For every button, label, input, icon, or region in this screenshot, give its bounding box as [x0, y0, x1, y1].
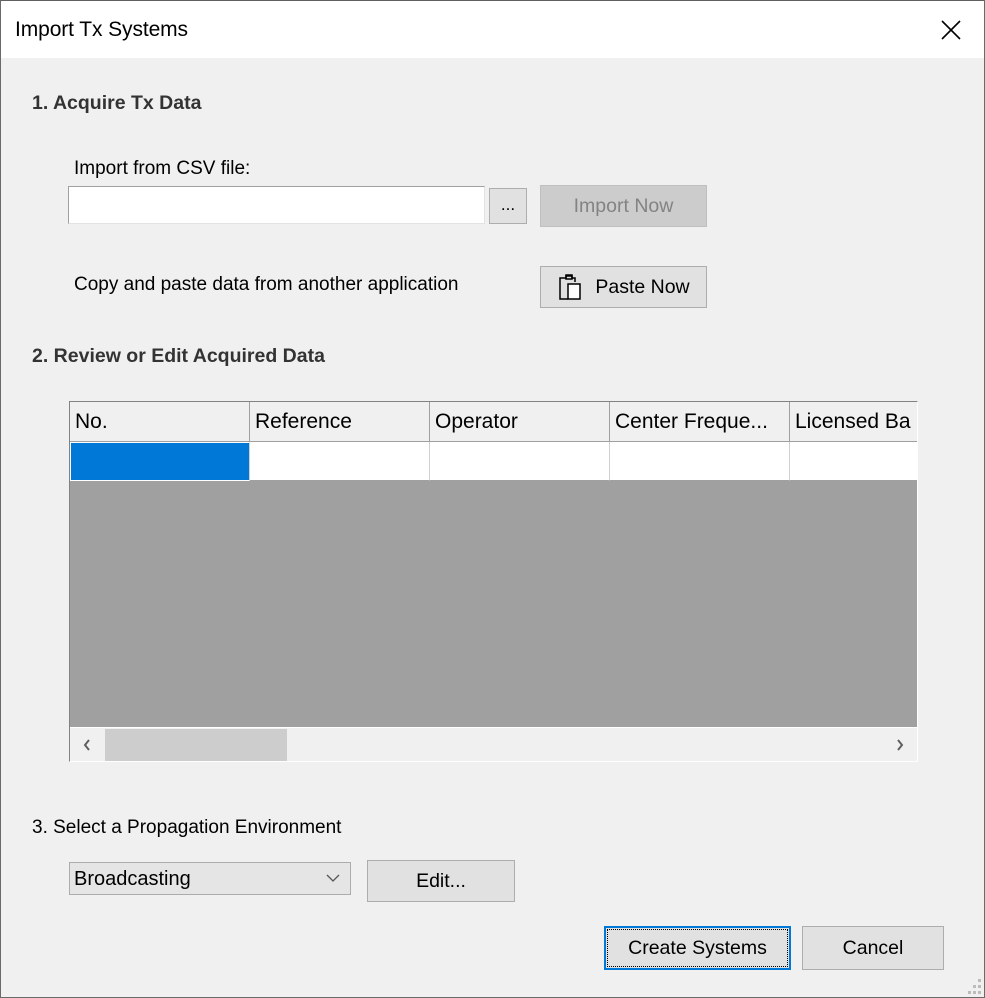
column-header-operator[interactable]: Operator — [430, 402, 610, 442]
close-button[interactable] — [918, 1, 984, 58]
browse-csv-button-label: ... — [500, 195, 516, 214]
column-header-label: Center Freque... — [615, 409, 768, 433]
create-systems-button[interactable]: Create Systems — [604, 926, 791, 970]
table-cell-operator[interactable] — [430, 442, 610, 481]
column-header-label: No. — [75, 409, 108, 433]
scroll-right-button[interactable] — [883, 728, 917, 761]
table-cell-reference[interactable] — [250, 442, 430, 481]
paste-instructions-label: Copy and paste data from another applica… — [74, 274, 459, 295]
column-header-label: Operator — [435, 409, 518, 433]
import-tx-systems-dialog: Import Tx Systems 1. Acquire Tx Data Imp… — [0, 0, 985, 998]
horizontal-scrollbar[interactable] — [70, 727, 917, 761]
section-acquire-heading: 1. Acquire Tx Data — [32, 92, 202, 114]
column-header-label: Licensed Ba — [795, 409, 911, 433]
chevron-right-icon — [897, 739, 904, 751]
paste-now-button[interactable]: Paste Now — [540, 266, 707, 308]
chevron-left-icon — [83, 739, 90, 751]
resize-grip-icon[interactable] — [966, 979, 982, 995]
scroll-left-button[interactable] — [70, 728, 104, 761]
window-title: Import Tx Systems — [15, 18, 188, 41]
csv-file-label: Import from CSV file: — [74, 158, 251, 179]
chevron-down-icon — [326, 874, 340, 882]
column-header-licensed-bandwidth[interactable]: Licensed Ba — [790, 402, 917, 442]
propagation-environment-select[interactable]: Broadcasting — [69, 862, 351, 895]
column-header-center-frequency[interactable]: Center Freque... — [610, 402, 790, 442]
cancel-button[interactable]: Cancel — [802, 926, 944, 970]
table-cell-no[interactable] — [70, 442, 250, 481]
edit-environment-button-label: Edit... — [416, 869, 466, 892]
table-cell-licensed-bandwidth[interactable] — [790, 442, 917, 481]
scrollbar-thumb[interactable] — [105, 729, 287, 761]
edit-environment-button[interactable]: Edit... — [367, 860, 515, 902]
import-now-button-label: Import Now — [573, 194, 674, 217]
table-row[interactable] — [70, 442, 917, 481]
column-header-reference[interactable]: Reference — [250, 402, 430, 442]
focus-ring — [607, 929, 788, 967]
grid-empty-area — [70, 481, 917, 726]
column-header-label: Reference — [255, 409, 352, 433]
acquired-data-grid[interactable]: No. Reference Operator Center Freque... … — [69, 401, 918, 762]
close-icon — [941, 19, 961, 40]
title-bar[interactable]: Import Tx Systems — [1, 1, 984, 58]
csv-file-path-input[interactable] — [68, 186, 485, 224]
paste-now-button-label: Paste Now — [595, 275, 690, 298]
section-environment-heading: 3. Select a Propagation Environment — [32, 817, 342, 838]
cancel-button-label: Cancel — [842, 936, 904, 959]
import-now-button[interactable]: Import Now — [540, 185, 707, 227]
section-review-heading: 2. Review or Edit Acquired Data — [32, 345, 325, 367]
table-cell-center-frequency[interactable] — [610, 442, 790, 481]
clipboard-paste-icon — [559, 274, 582, 300]
propagation-environment-value: Broadcasting — [74, 868, 191, 890]
grid-header-row: No. Reference Operator Center Freque... … — [70, 402, 917, 442]
column-header-no[interactable]: No. — [70, 402, 250, 442]
browse-csv-button[interactable]: ... — [489, 188, 527, 224]
